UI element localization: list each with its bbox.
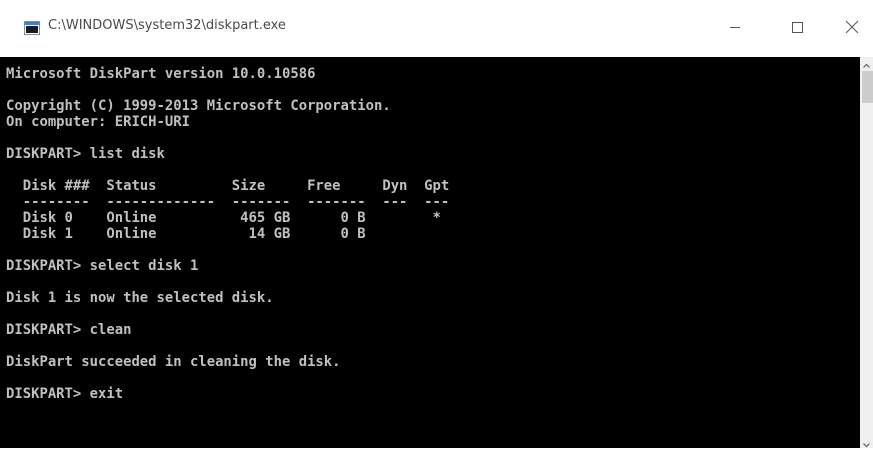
- console-line: DISKPART> exit: [6, 386, 124, 402]
- console-line: Copyright (C) 1999-2013 Microsoft Corpor…: [6, 98, 391, 114]
- close-icon: [845, 20, 859, 34]
- console-line: DiskPart succeeded in cleaning the disk.: [6, 354, 341, 370]
- minimize-icon: [730, 27, 740, 28]
- scroll-up-icon[interactable]: [860, 57, 873, 69]
- console-line: Microsoft DiskPart version 10.0.10586: [6, 66, 316, 82]
- console-line: On computer: ERICH-URI: [6, 114, 190, 130]
- console-line: -------- ------------- ------- ------- -…: [6, 194, 450, 210]
- window-title: C:\WINDOWS\system32\diskpart.exe: [48, 18, 286, 33]
- console-window: C:\WINDOWS\system32\diskpart.exe Microso…: [0, 0, 873, 448]
- maximize-icon: [792, 22, 803, 33]
- console-line: Disk 1 Online 14 GB 0 B: [6, 226, 366, 242]
- console-line: DISKPART> clean: [6, 322, 132, 338]
- title-bar[interactable]: C:\WINDOWS\system32\diskpart.exe: [0, 0, 873, 57]
- vertical-scrollbar[interactable]: [860, 57, 873, 448]
- console-line: Disk 0 Online 465 GB 0 B *: [6, 210, 441, 226]
- scroll-down-icon[interactable]: [860, 436, 873, 448]
- console-line: DISKPART> select disk 1: [6, 258, 199, 274]
- console-window-icon[interactable]: [24, 20, 40, 35]
- maximize-button[interactable]: [778, 12, 818, 42]
- close-button[interactable]: [832, 12, 872, 42]
- console-line: DISKPART> list disk: [6, 146, 165, 162]
- scrollbar-thumb[interactable]: [862, 71, 873, 103]
- minimize-button[interactable]: [716, 12, 756, 42]
- console-line: Disk ### Status Size Free Dyn Gpt: [6, 178, 450, 194]
- console-line: Disk 1 is now the selected disk.: [6, 290, 274, 306]
- console-output[interactable]: Microsoft DiskPart version 10.0.10586 Co…: [0, 57, 860, 448]
